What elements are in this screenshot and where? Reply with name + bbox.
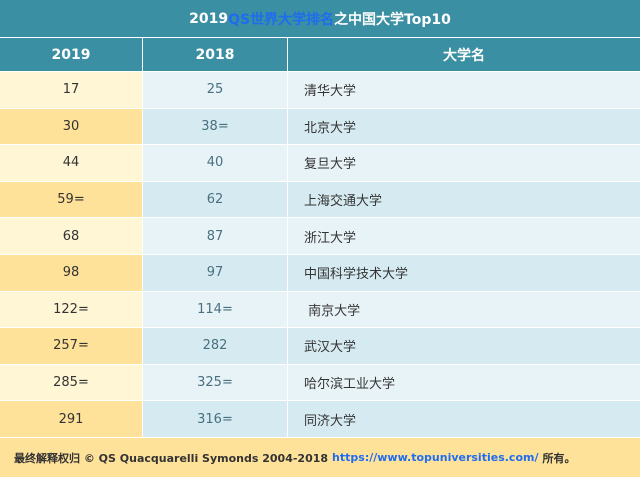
rank-2018: 114=	[143, 291, 288, 328]
university-name: 哈尔滨工业大学	[288, 364, 640, 401]
rank-2018: 25	[143, 72, 288, 108]
rank-2018: 97	[143, 254, 288, 291]
rank-2018: 62	[143, 181, 288, 218]
rank-2019: 44	[0, 145, 143, 181]
rank-2019: 68	[0, 218, 143, 254]
rank-2019: 291	[0, 401, 143, 437]
table-row: 30 38= 北京大学	[0, 108, 640, 146]
university-name: 南京大学	[288, 291, 640, 328]
table-row: 59= 62 上海交通大学	[0, 181, 640, 219]
footer-link[interactable]: https://www.topuniversities.com/	[332, 451, 538, 464]
university-name: 北京大学	[288, 108, 640, 145]
rank-2018: 316=	[143, 401, 288, 437]
table-row: 68 87 浙江大学	[0, 218, 640, 255]
table-title: 2019 QS世界大学排名 之中国大学Top10	[0, 0, 640, 38]
ranking-table: 2019 QS世界大学排名 之中国大学Top10 2019 2018 大学名 1…	[0, 0, 640, 477]
rank-2019: 98	[0, 254, 143, 291]
university-name: 中国科学技术大学	[288, 254, 640, 291]
header-2019: 2019	[0, 38, 143, 71]
rank-2019: 257=	[0, 328, 143, 364]
university-name: 复旦大学	[288, 145, 640, 181]
rank-2018: 40	[143, 145, 288, 181]
rank-2019: 59=	[0, 181, 143, 218]
copyright-footer: 最终解释权归 © QS Quacquarelli Symonds 2004-20…	[0, 438, 640, 477]
table-row: 17 25 清华大学	[0, 72, 640, 109]
title-suffix: 之中国大学Top10	[334, 11, 451, 28]
rank-2018: 325=	[143, 364, 288, 401]
university-name: 浙江大学	[288, 218, 640, 254]
rank-2018: 282	[143, 328, 288, 364]
title-prefix: 2019	[189, 10, 229, 27]
rank-2019: 17	[0, 72, 143, 108]
rank-2019: 122=	[0, 291, 143, 328]
table-row: 44 40 复旦大学	[0, 145, 640, 182]
table-row: 285= 325= 哈尔滨工业大学	[0, 364, 640, 402]
table-row: 257= 282 武汉大学	[0, 328, 640, 365]
university-name: 上海交通大学	[288, 181, 640, 218]
table-body: 17 25 清华大学 30 38= 北京大学 44 40 复旦大学 59= 62…	[0, 72, 640, 438]
rank-2019: 30	[0, 108, 143, 145]
rank-2018: 87	[143, 218, 288, 254]
table-row: 98 97 中国科学技术大学	[0, 254, 640, 292]
header-university: 大学名	[443, 47, 485, 64]
university-name: 同济大学	[288, 401, 640, 437]
table-row: 291 316= 同济大学	[0, 401, 640, 438]
table-row: 122= 114= 南京大学	[0, 291, 640, 329]
title-highlight: QS世界大学排名	[228, 11, 335, 28]
footer-suffix: 所有。	[542, 451, 576, 465]
header-2018: 2018	[143, 38, 288, 71]
university-name: 武汉大学	[288, 328, 640, 364]
footer-text: 最终解释权归 © QS Quacquarelli Symonds 2004-20…	[14, 451, 329, 465]
header-row: 2019 2018 大学名	[0, 38, 640, 71]
rank-2019: 285=	[0, 364, 143, 401]
rank-2018: 38=	[143, 108, 288, 145]
university-name: 清华大学	[288, 72, 640, 108]
